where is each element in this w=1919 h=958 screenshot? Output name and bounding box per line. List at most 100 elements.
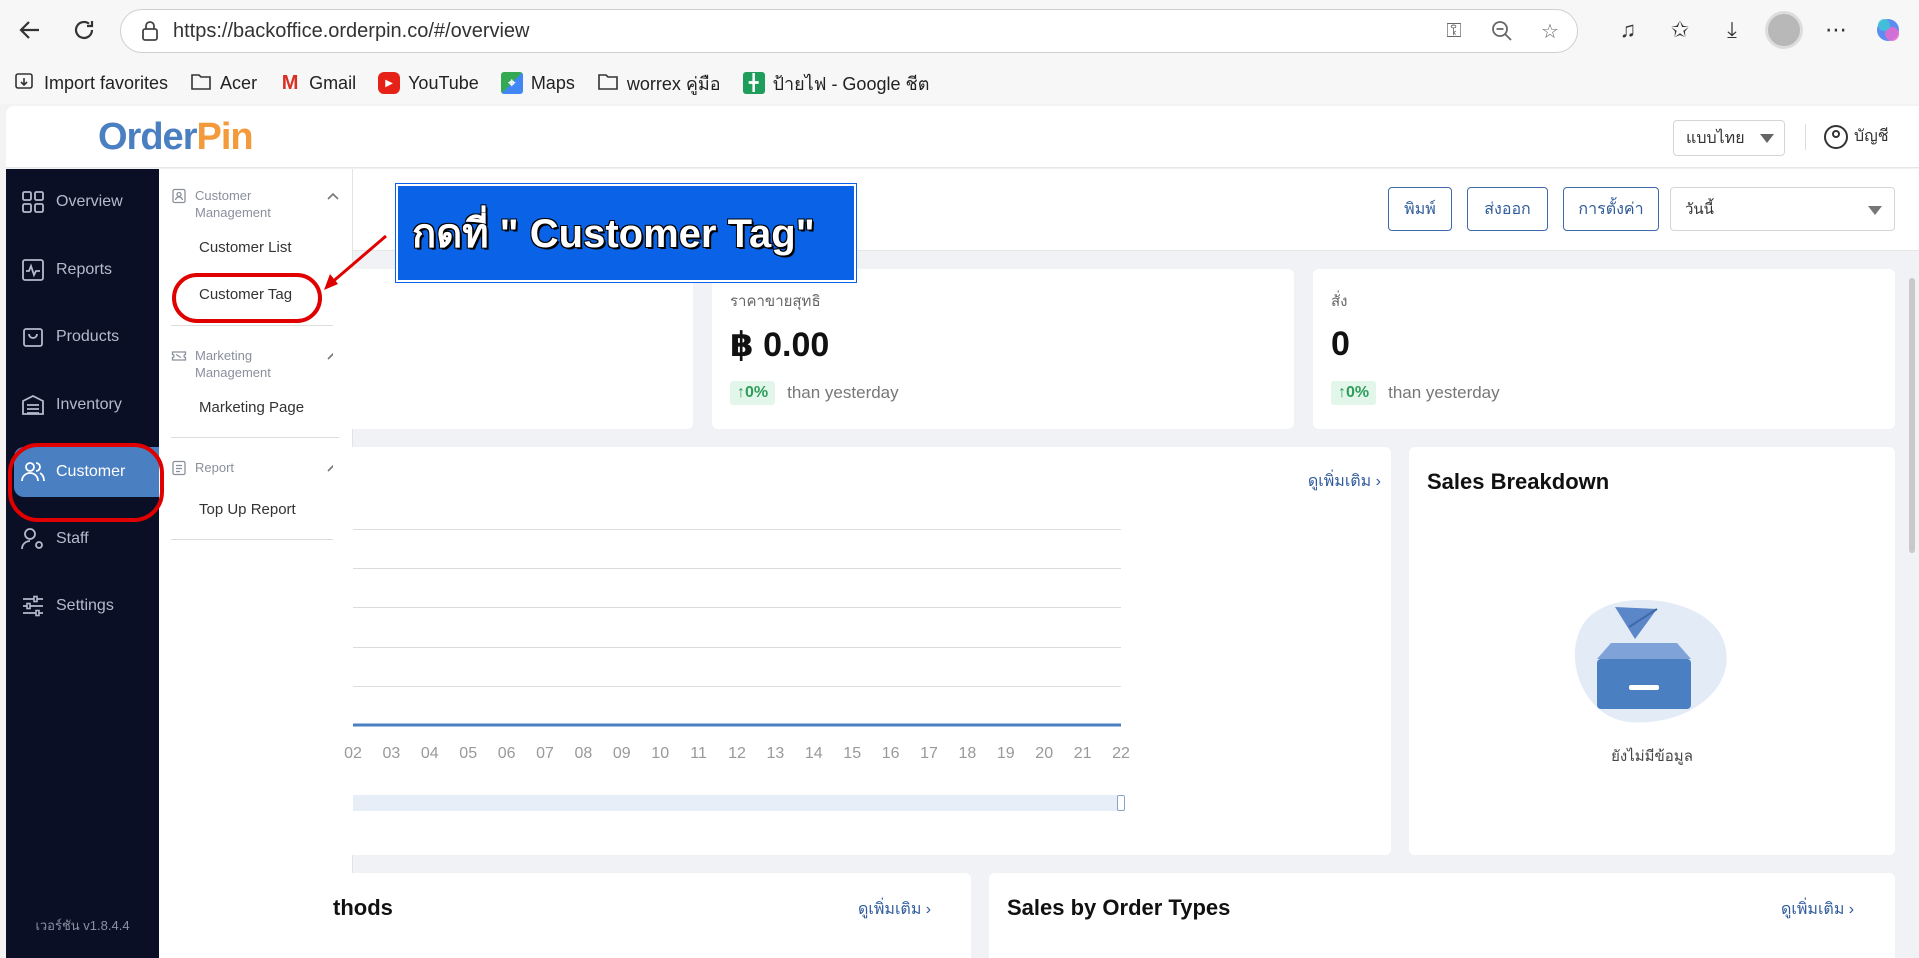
highlight-ring-customer-tag [172,273,322,323]
card-title: Sales Breakdown [1427,469,1610,494]
staff-icon [21,528,43,550]
bookmark-worrex[interactable]: worrex คู่มือ [597,69,721,98]
import-icon [14,70,36,97]
chevron-up-icon[interactable] [327,191,339,203]
tutorial-callout: กดที่ " Customer Tag" [395,183,857,283]
card-title: Sales by Order Types [1007,895,1231,920]
profile-avatar[interactable] [1765,11,1803,49]
x-tick-label: 12 [728,745,746,762]
x-tick-label: 05 [459,745,478,762]
id-card-icon [172,188,186,204]
caret-down-icon [1760,134,1774,143]
submenu-link-top-up-report[interactable]: Top Up Report [199,501,296,518]
see-more-link[interactable]: ดูเพิ่มเติม › [1308,469,1381,494]
sidebar-item-inventory[interactable]: Inventory [6,380,159,430]
sales-chart-card: ดูเพิ่มเติม › 02 03 04 05 06 07 08 09 10 11 12 13 14… [333,447,1391,855]
x-tick-label: 21 [1073,745,1092,762]
submenu-link-customer-list[interactable]: Customer List [199,239,292,256]
x-tick-label: 17 [920,745,938,762]
submenu-link-marketing-page[interactable]: Marketing Page [199,399,304,416]
stat-delta: ↑0% than yesterday [730,381,899,405]
sheets-icon: ╋ [742,72,765,94]
x-tick-label: 08 [574,745,593,762]
submenu-group-header[interactable]: Customer Management [171,187,339,221]
x-tick-label: 19 [996,745,1015,762]
zoom-out-icon[interactable] [1487,16,1517,46]
maps-icon: ⌖ [500,72,523,94]
favorites-icon[interactable]: ✩ [1661,11,1699,49]
slider-handle[interactable] [1117,795,1125,811]
bookmark-acer[interactable]: Acer [190,71,257,96]
folder-icon [597,71,619,96]
app-header: OrderPin แบบไทย บัญชี [6,106,1919,168]
favorite-star-icon[interactable]: ☆ [1535,16,1565,46]
empty-inbox-icon [1574,599,1727,723]
submenu-divider [171,539,339,540]
page-scrollbar[interactable] [1909,278,1915,553]
back-icon[interactable] [12,12,48,48]
browser-toolbar: https://backoffice.orderpin.co/#/overvie… [0,0,1919,62]
sliders-icon [23,595,43,617]
see-more-link[interactable]: ดูเพิ่มเติม › [858,897,931,922]
submenu-group-header[interactable]: Marketing Management [171,347,339,381]
bookmarks-bar: Import favorites Acer M Gmail ▶ YouTube … [0,62,1919,104]
delta-badge: ↑0% [1331,381,1377,405]
url-text[interactable]: https://backoffice.orderpin.co/#/overvie… [173,20,529,43]
sidebar-item-settings[interactable]: Settings [6,581,159,631]
bookmark-youtube[interactable]: ▶ YouTube [378,72,479,94]
bookmark-import-favorites[interactable]: Import favorites [14,70,168,97]
chart-icon [22,259,44,281]
header-divider [1805,124,1806,150]
chart-series-svg [353,723,1121,727]
chart-range-slider[interactable] [353,795,1125,811]
date-range-select[interactable]: วันนี้ [1670,187,1895,231]
delta-badge: ↑0% [730,381,776,405]
x-tick-label: 06 [497,745,516,762]
x-tick-label: 03 [382,745,401,762]
lock-icon[interactable] [135,20,165,42]
sidebar-item-overview[interactable]: Overview [6,177,159,227]
highlight-ring-customer [8,443,164,522]
reload-icon[interactable] [66,12,102,48]
settings-button[interactable]: การตั้งค่า [1563,187,1659,231]
orderpin-logo[interactable]: OrderPin [98,116,254,159]
stat-value: 0 [1331,325,1350,363]
bookmark-gmail[interactable]: M Gmail [279,72,356,94]
stat-card-net-sales: ราคาขายสุทธิ ฿ 0.00 ↑0% than yesterday [712,269,1294,429]
submenu-group-header[interactable]: Report [171,459,339,476]
stat-value: ฿ 0.00 [730,326,830,364]
document-icon [172,460,186,476]
print-button[interactable]: พิมพ์ [1388,187,1452,231]
empty-state-text: ยังไม่มีข้อมูล [1611,748,1693,765]
user-circle-icon [1824,124,1848,149]
sidebar-item-products[interactable]: Products [6,312,159,362]
x-tick-label: 04 [420,745,439,762]
sidebar-item-reports[interactable]: Reports [6,245,159,295]
version-label: เวอร์ชัน v1.8.4.4 [35,918,130,933]
x-tick-label: 10 [651,745,670,762]
address-bar[interactable]: https://backoffice.orderpin.co/#/overvie… [120,9,1578,53]
see-more-link[interactable]: ดูเพิ่มเติม › [1781,897,1854,922]
export-button[interactable]: ส่งออก [1467,187,1548,231]
x-tick-label: 14 [804,745,823,762]
order-types-card: Sales by Order Types ดูเพิ่มเติม › [989,873,1895,958]
x-tick-label: 15 [843,745,862,762]
card-title: thods [333,895,393,920]
bookmark-google-sheet[interactable]: ╋ ป้ายไฟ - Google ชีต [742,69,929,98]
media-icon[interactable]: ♫ [1609,11,1647,49]
x-tick-label: 20 [1035,745,1054,762]
submenu-group-report: Report Top Up Report [171,459,339,559]
key-icon[interactable]: ⚿ [1439,16,1469,46]
x-tick-label: 18 [958,745,977,762]
downloads-icon[interactable]: ⤓ [1713,11,1751,49]
arrow-pointer-icon [324,234,387,290]
account-menu[interactable]: บัญชี [1824,124,1889,149]
grid-icon [22,191,44,213]
more-icon[interactable]: ⋯ [1817,11,1855,49]
bookmark-maps[interactable]: ⌖ Maps [500,72,575,94]
main-sidebar: Overview Reports Products Inventory Cust… [6,169,159,958]
ticket-icon [171,351,187,361]
app-window: OrderPin แบบไทย บัญชี Overview Reports P… [6,106,1919,958]
copilot-icon[interactable] [1869,11,1907,49]
language-select[interactable]: แบบไทย [1673,120,1785,156]
